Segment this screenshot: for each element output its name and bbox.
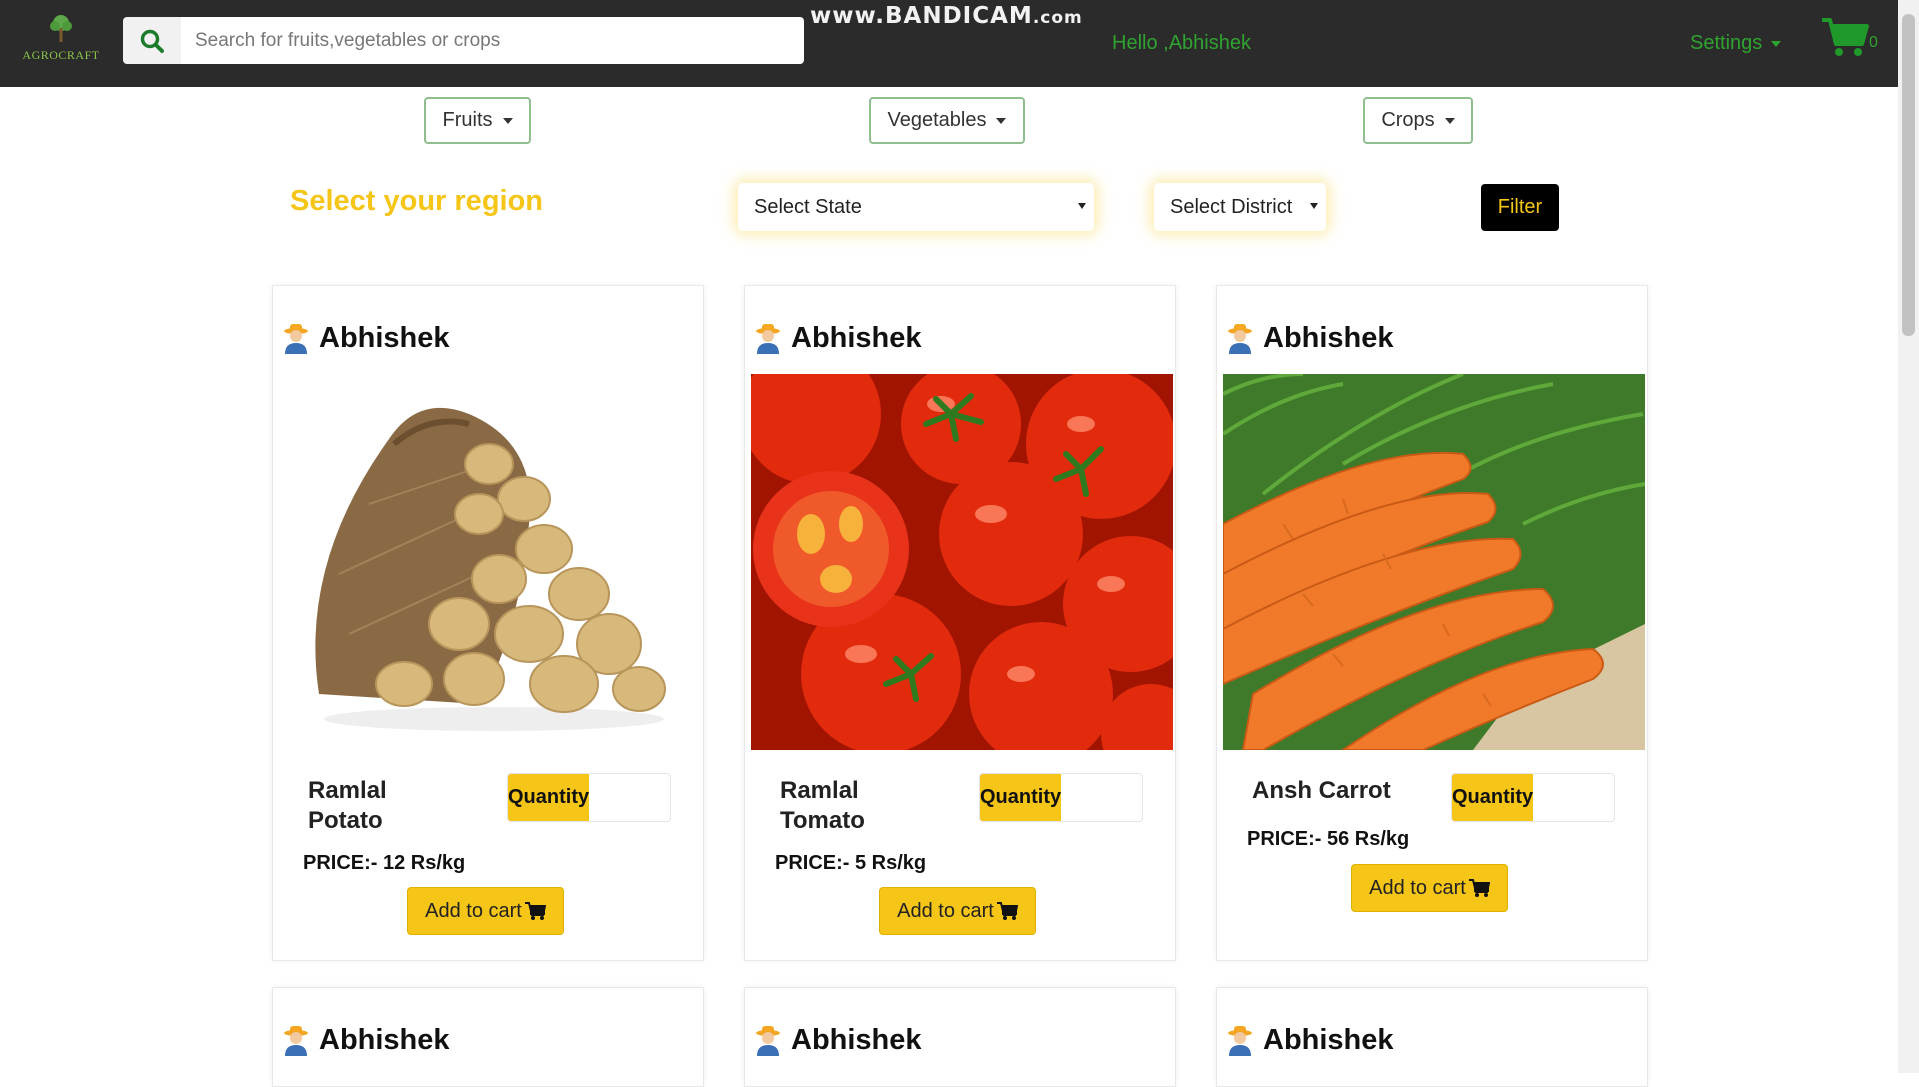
tree-icon — [50, 15, 72, 42]
seller-header: Abhishek — [755, 1020, 922, 1060]
seller-header: Abhishek — [283, 318, 450, 358]
seller-header: Abhishek — [1227, 1020, 1394, 1060]
agrocraft-logo[interactable]: AGROCRAFT — [18, 14, 104, 66]
watermark-main: www.BANDICAM — [810, 3, 1033, 29]
quantity-group: Quantity — [507, 773, 671, 822]
carrot-image[interactable] — [1223, 374, 1645, 750]
seller-header: Abhishek — [1227, 318, 1394, 358]
add-to-cart-label: Add to cart — [425, 899, 522, 922]
search-icon — [140, 29, 164, 53]
product-card: Abhishek — [1216, 987, 1648, 1087]
cart-icon — [996, 902, 1018, 920]
product-name: Ramlal Tomato — [780, 776, 930, 836]
cart-icon[interactable] — [1820, 16, 1870, 58]
page-scrollbar[interactable] — [1898, 0, 1919, 1073]
state-select[interactable]: Select State — [738, 183, 1094, 231]
product-card: Abhishek — [272, 987, 704, 1087]
potato-image[interactable] — [279, 374, 701, 750]
seller-name: Abhishek — [319, 1023, 450, 1056]
search-input[interactable] — [181, 17, 804, 64]
add-to-cart-button[interactable]: Add to cart — [407, 887, 564, 935]
product-card: Abhishek — [744, 285, 1176, 961]
seller-name: Abhishek — [319, 321, 450, 354]
dropdown-arrow-icon — [1310, 203, 1318, 209]
product-name-line1: Ansh Carrot — [1252, 777, 1391, 804]
seller-name: Abhishek — [791, 1023, 922, 1056]
quantity-group: Quantity — [1451, 773, 1615, 822]
farmer-icon — [756, 1026, 780, 1056]
farmer-icon — [284, 1026, 308, 1056]
quantity-input[interactable] — [1533, 774, 1614, 821]
add-to-cart-button[interactable]: Add to cart — [1351, 864, 1508, 912]
product-price: PRICE:- 56 Rs/kg — [1247, 828, 1410, 850]
product-name: Ramlal Potato — [308, 776, 458, 836]
watermark-suffix: .com — [1032, 8, 1083, 28]
fruits-label: Fruits — [442, 109, 493, 131]
fruits-dropdown[interactable]: Fruits — [424, 97, 531, 144]
seller-name: Abhishek — [1263, 321, 1394, 354]
product-name: Ansh Carrot — [1252, 776, 1452, 806]
chevron-down-icon — [1444, 117, 1455, 124]
product-card: Abhishek — [272, 285, 704, 961]
bandicam-watermark: www.BANDICAM.com — [810, 3, 1083, 29]
chevron-down-icon — [996, 117, 1007, 124]
crops-label: Crops — [1381, 109, 1435, 131]
search-button[interactable] — [123, 17, 181, 64]
cart-icon — [1468, 879, 1490, 897]
state-select-label: Select State — [754, 195, 862, 218]
seller-name: Abhishek — [791, 321, 922, 354]
product-price: PRICE:- 5 Rs/kg — [775, 852, 927, 874]
cart-icon — [524, 902, 546, 920]
quantity-label: Quantity — [980, 774, 1062, 821]
product-name-line1: Ramlal — [308, 777, 387, 804]
dropdown-arrow-icon — [1078, 203, 1086, 209]
quantity-input[interactable] — [1061, 774, 1142, 821]
seller-header: Abhishek — [283, 1020, 450, 1060]
settings-label: Settings — [1690, 32, 1763, 54]
crops-dropdown[interactable]: Crops — [1363, 97, 1473, 144]
district-select-label: Select District — [1170, 195, 1293, 218]
navbar: AGROCRAFT www.BANDICAM.com Hello ,Abhish… — [0, 0, 1898, 87]
farmer-icon — [1228, 324, 1252, 354]
add-to-cart-label: Add to cart — [1369, 876, 1466, 899]
settings-dropdown[interactable]: Settings — [1690, 32, 1782, 55]
add-to-cart-button[interactable]: Add to cart — [879, 887, 1036, 935]
quantity-input[interactable] — [589, 774, 670, 821]
scrollbar-thumb[interactable] — [1902, 14, 1915, 336]
product-card: Abhishek — [744, 987, 1176, 1087]
farmer-icon — [756, 324, 780, 354]
vegetables-dropdown[interactable]: Vegetables — [869, 97, 1025, 144]
product-price: PRICE:- 12 Rs/kg — [303, 852, 466, 874]
product-card: Abhishek Ansh Carrot Quantity PRICE:- 56… — [1216, 285, 1648, 961]
quantity-group: Quantity — [979, 773, 1143, 822]
quantity-label: Quantity — [1452, 774, 1534, 821]
chevron-down-icon — [502, 117, 513, 124]
product-name-line2: Potato — [308, 807, 383, 834]
product-name-line1: Ramlal — [780, 777, 859, 804]
chevron-down-icon — [1771, 40, 1782, 47]
cart-count: 0 — [1869, 34, 1878, 51]
logo-text: AGROCRAFT — [22, 48, 100, 62]
seller-header: Abhishek — [755, 318, 922, 358]
farmer-icon — [1228, 1026, 1252, 1056]
tomato-image[interactable] — [751, 374, 1173, 750]
add-to-cart-label: Add to cart — [897, 899, 994, 922]
vegetables-label: Vegetables — [887, 109, 987, 131]
farmer-icon — [284, 324, 308, 354]
quantity-label: Quantity — [508, 774, 590, 821]
filter-button[interactable]: Filter — [1481, 184, 1559, 231]
region-title: Select your region — [290, 185, 544, 217]
seller-name: Abhishek — [1263, 1023, 1394, 1056]
product-name-line2: Tomato — [780, 807, 865, 834]
user-greeting: Hello ,Abhishek — [1112, 32, 1251, 54]
district-select[interactable]: Select District — [1154, 183, 1326, 231]
